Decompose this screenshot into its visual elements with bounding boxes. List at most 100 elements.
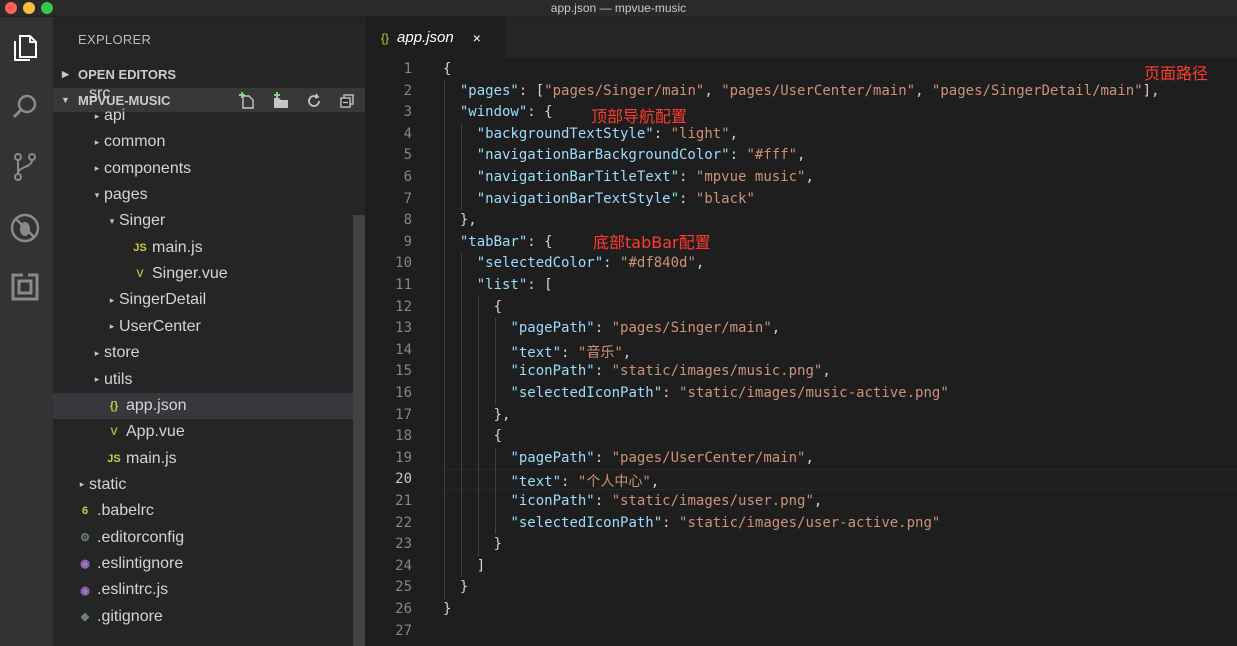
source-control-icon[interactable] [9,151,41,183]
line-number: 6 [403,169,412,185]
tree-item[interactable]: ▸ components [53,156,353,182]
code-line: 13 "pagePath": "pages/Singer/main", [365,318,1237,340]
tree-item-label: store [104,344,140,362]
tree-item-label: Singer [119,212,166,230]
chevron-right-icon: ▸ [79,479,85,490]
tree-item[interactable]: ◆ .gitignore [53,604,353,630]
line-number: 15 [395,363,412,380]
code-line: 22 "selectedIconPath": "static/images/us… [365,513,1237,535]
code-text: { [443,61,452,77]
code-text: "text": "音乐", [510,344,632,361]
file-type-icon: ◆ [80,611,90,624]
close-icon[interactable]: × [473,30,481,46]
tree-item-label: main.js [152,238,203,256]
file-type-icon: ⚙ [80,532,90,545]
line-number: 3 [403,104,412,121]
tree-item[interactable]: ▸ api [53,103,353,129]
tree-item[interactable]: ▸ SingerDetail [53,287,353,313]
tree-item-label: main.js [126,449,177,467]
code-text: "iconPath": "static/images/music.png", [510,363,831,380]
line-number: 20 [395,471,412,488]
chevron-right-icon: ▸ [94,136,100,147]
tab-app-json[interactable]: {} app.json × [365,17,505,58]
tree-item-label: utils [104,370,133,388]
code-text: "selectedColor": "#df840d", [476,255,705,272]
code-line: 7 "navigationBarTextStyle": "black" [365,189,1237,211]
files-icon[interactable] [9,32,41,64]
tree-item[interactable]: ▾ pages [53,182,353,208]
line-number: 18 [395,428,412,445]
code-text: "window": { [459,104,553,121]
tree-item-label: .eslintrc.js [97,581,169,599]
tree-item[interactable]: ▸ store [53,340,353,366]
tree-item[interactable]: V Singer.vue [53,261,353,287]
explorer-sidebar: EXPLORER ▶ OPEN EDITORS ▼ MPVUE-MUSIC sr… [53,17,365,646]
code-text: "selectedIconPath": "static/images/music… [510,385,949,401]
tree-item[interactable]: ▸ static [53,472,353,498]
tree-item[interactable]: ▸ utils [53,367,353,393]
code-line: 14 "text": "音乐", [365,340,1237,362]
code-editor[interactable]: 1{2 "pages": ["pages/Singer/main", "page… [365,59,1237,646]
sidebar-scrollbar[interactable] [353,215,365,646]
chevron-right-icon: ▸ [94,110,100,121]
code-line: 20 "text": "个人中心", [365,469,1237,491]
code-text: "pagePath": "pages/Singer/main", [510,320,781,337]
code-line: 4 "backgroundTextStyle": "light", [365,124,1237,146]
line-number: 5 [403,147,412,164]
line-number: 4 [403,125,412,142]
file-type-icon: JS [133,241,147,254]
code-text: "navigationBarBackgroundColor": "#fff", [476,147,806,164]
tree-item-label: api [104,107,126,124]
code-line: 9 "tabBar": { [365,232,1237,254]
extensions-icon[interactable] [9,271,41,303]
tree-item[interactable]: src [53,89,353,103]
code-line: 18 { [365,426,1237,448]
code-text: }, [443,212,477,229]
chevron-right-icon: ▶ [62,68,69,79]
tree-item[interactable]: {} app.json [53,392,353,419]
open-editors-section[interactable]: ▶ OPEN EDITORS [53,62,365,86]
code-line: 17 }, [365,405,1237,427]
line-number: 14 [395,341,412,358]
annotation-window: 顶部导航配置 [591,107,688,126]
tree-item-label: App.vue [126,423,185,441]
code-text: "backgroundTextStyle": "light", [476,125,739,142]
tab-label: app.json [397,29,454,46]
open-editors-label: OPEN EDITORS [78,66,177,82]
debug-icon[interactable] [9,212,41,244]
tree-item[interactable]: ◉ .eslintignore [53,551,353,577]
chevron-down-icon: ▾ [109,215,115,226]
annotation-tabbar: 底部tabBar配置 [593,233,711,252]
tree-item-label: .eslintignore [97,554,184,572]
tree-item[interactable]: ▾ Singer [53,208,353,234]
file-type-icon: V [136,268,144,281]
tree-item[interactable]: JS main.js [53,446,353,472]
indent-guide [460,123,462,211]
code-line: 15 "iconPath": "static/images/music.png"… [365,361,1237,383]
line-number: 21 [395,493,412,509]
code-text: "navigationBarTitleText": "mpvue music", [476,169,814,185]
indent-guide [494,447,496,535]
code-line: 8 }, [365,210,1237,232]
tree-item[interactable]: JS main.js [53,235,353,261]
code-line: 2 "pages": ["pages/Singer/main", "pages/… [365,81,1237,103]
tree-item[interactable]: V App.vue [53,419,353,445]
search-icon[interactable] [9,91,41,123]
code-line: 16 "selectedIconPath": "static/images/mu… [365,383,1237,405]
line-number: 12 [395,298,412,315]
tree-item[interactable]: ▸ common [53,129,353,155]
chevron-right-icon: ▸ [109,321,115,332]
tree-item[interactable]: ▸ UserCenter [53,314,353,340]
code-text: } [443,579,469,596]
line-number: 25 [395,579,412,596]
code-line: 23 } [365,534,1237,556]
tree-item[interactable]: ⚙ .editorconfig [53,525,353,551]
tree-item[interactable]: ◉ .eslintrc.js [53,577,353,603]
file-type-icon: V [110,426,118,439]
tree-item-label: pages [104,186,148,204]
indent-guide [460,253,462,578]
tree-item[interactable]: 6 .babelrc [53,498,353,524]
code-text: } [443,601,452,617]
file-type-icon: {} [109,399,119,412]
code-text: "navigationBarTextStyle": "black" [476,190,755,207]
